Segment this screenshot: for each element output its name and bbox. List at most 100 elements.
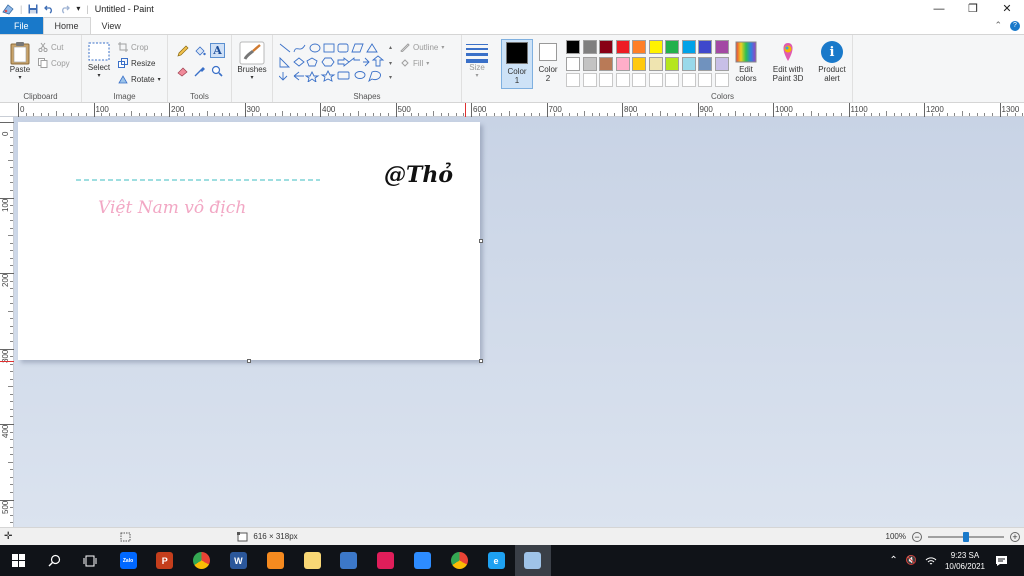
clock[interactable]: 9:23 SA 10/06/2021 bbox=[945, 550, 985, 572]
color1-swatch bbox=[506, 42, 528, 64]
taskbar-app-chrome[interactable] bbox=[184, 545, 220, 576]
start-button[interactable] bbox=[0, 545, 36, 576]
palette-swatch[interactable] bbox=[665, 40, 679, 54]
drawing-canvas[interactable]: @Thỏ Việt Nam vô địch bbox=[18, 122, 480, 360]
palette-swatch-empty[interactable] bbox=[632, 73, 646, 87]
palette-swatch[interactable] bbox=[714, 40, 729, 54]
search-button[interactable] bbox=[36, 545, 72, 576]
taskbar-app-file-explorer[interactable] bbox=[294, 545, 330, 576]
taskbar-app-chrome-2[interactable] bbox=[441, 545, 477, 576]
palette-swatch[interactable] bbox=[714, 56, 729, 71]
taskbar-app-zoom[interactable] bbox=[404, 545, 440, 576]
palette-swatch[interactable] bbox=[648, 56, 663, 71]
cut-button[interactable]: Cut bbox=[38, 42, 63, 52]
palette-swatch[interactable] bbox=[582, 56, 597, 71]
shapes-scroll-up-icon[interactable]: ▴ bbox=[389, 44, 392, 51]
palette-swatch-empty[interactable] bbox=[582, 73, 597, 87]
palette-swatch[interactable] bbox=[648, 40, 663, 54]
palette-swatch[interactable] bbox=[615, 56, 630, 71]
palette-swatch[interactable] bbox=[698, 56, 712, 71]
resize-button[interactable]: Resize bbox=[118, 58, 155, 68]
ruler-minor-tick bbox=[765, 113, 767, 116]
collapse-ribbon-icon[interactable]: ⌃ bbox=[994, 20, 1002, 31]
redo-icon[interactable] bbox=[60, 4, 71, 14]
taskbar-app-internet-explorer[interactable]: e bbox=[478, 545, 514, 576]
taskbar-app-zalo[interactable]: Zalo bbox=[110, 545, 146, 576]
palette-swatch[interactable] bbox=[615, 40, 630, 54]
resize-handle-bottom[interactable] bbox=[247, 359, 251, 363]
palette-swatch-empty[interactable] bbox=[566, 73, 580, 87]
zoom-out-button[interactable]: − bbox=[912, 531, 922, 542]
help-icon[interactable]: ? bbox=[1010, 20, 1020, 31]
palette-swatch-empty[interactable] bbox=[714, 73, 729, 87]
color1-button[interactable]: Color 1 bbox=[501, 39, 533, 89]
edit-colors-button[interactable]: Edit colors bbox=[731, 41, 761, 83]
undo-icon[interactable] bbox=[44, 4, 54, 14]
color-picker-icon[interactable] bbox=[194, 65, 206, 77]
tray-chevron-icon[interactable]: ⌃ bbox=[889, 555, 897, 566]
palette-swatch[interactable] bbox=[681, 56, 696, 71]
color2-button[interactable]: Color 2 bbox=[534, 40, 562, 83]
close-button[interactable]: ✕ bbox=[990, 0, 1024, 17]
taskbar-app-orange-app[interactable] bbox=[257, 545, 293, 576]
fill-bucket-icon[interactable] bbox=[194, 45, 206, 57]
copy-button[interactable]: Copy bbox=[38, 58, 70, 68]
cursor-position-icon: ✛ bbox=[4, 531, 13, 542]
edit-with-paint3d-button[interactable]: Edit with Paint 3D bbox=[768, 41, 808, 83]
palette-swatch-empty[interactable] bbox=[698, 73, 712, 87]
restore-button[interactable]: ❐ bbox=[956, 0, 990, 17]
save-icon[interactable] bbox=[28, 4, 38, 14]
resize-handle-right[interactable] bbox=[479, 239, 483, 243]
size-button[interactable]: Size ▾ bbox=[463, 41, 491, 81]
zoom-slider[interactable] bbox=[928, 531, 1004, 542]
tab-home[interactable]: Home bbox=[42, 17, 91, 34]
outline-button[interactable]: Outline ▾ bbox=[400, 42, 444, 52]
magnifier-icon[interactable] bbox=[211, 65, 223, 77]
resize-handle-corner[interactable] bbox=[479, 359, 483, 363]
task-view-button[interactable] bbox=[72, 545, 108, 576]
palette-swatch-empty[interactable] bbox=[648, 73, 663, 87]
palette-swatch[interactable] bbox=[681, 40, 696, 54]
pencil-icon[interactable] bbox=[177, 45, 189, 57]
taskbar-app-powerpoint[interactable]: P bbox=[147, 545, 183, 576]
crop-button[interactable]: Crop bbox=[118, 42, 148, 52]
palette-swatch[interactable] bbox=[566, 56, 580, 71]
palette-swatch[interactable] bbox=[698, 40, 712, 54]
select-button[interactable]: Select ▾ bbox=[85, 41, 113, 81]
customize-quick-access-icon[interactable]: ▾ bbox=[76, 4, 80, 13]
fill-button[interactable]: Fill ▾ bbox=[400, 58, 429, 68]
paste-button[interactable]: Paste ▾ bbox=[6, 41, 34, 83]
zoom-in-button[interactable]: + bbox=[1010, 531, 1020, 542]
rotate-button[interactable]: Rotate ▾ bbox=[118, 74, 161, 84]
taskbar-app-tools-app[interactable] bbox=[331, 545, 367, 576]
ruler-minor-tick bbox=[644, 113, 646, 116]
palette-swatch[interactable] bbox=[582, 40, 597, 54]
tab-view[interactable]: View bbox=[91, 17, 132, 34]
palette-swatch-empty[interactable] bbox=[615, 73, 630, 87]
palette-swatch-empty[interactable] bbox=[665, 73, 679, 87]
minimize-button[interactable]: — bbox=[922, 0, 956, 17]
volume-muted-icon[interactable]: 🔇 bbox=[906, 555, 917, 566]
palette-swatch-empty[interactable] bbox=[681, 73, 696, 87]
shapes-gallery[interactable] bbox=[279, 42, 391, 82]
palette-swatch[interactable] bbox=[599, 56, 613, 71]
palette-swatch[interactable] bbox=[566, 40, 580, 54]
eraser-icon[interactable] bbox=[177, 65, 189, 77]
shapes-scroll-down-icon[interactable]: ▾ bbox=[389, 60, 392, 67]
palette-swatch[interactable] bbox=[599, 40, 613, 54]
palette-swatch[interactable] bbox=[632, 40, 646, 54]
palette-swatch-empty[interactable] bbox=[599, 73, 613, 87]
text-tool-icon[interactable]: A bbox=[210, 43, 225, 58]
taskbar-app-word[interactable]: W bbox=[220, 545, 256, 576]
wifi-icon[interactable] bbox=[925, 556, 937, 566]
tab-file[interactable]: File bbox=[0, 17, 43, 34]
zoom-slider-thumb[interactable] bbox=[963, 531, 969, 542]
brushes-button[interactable]: Brushes ▾ bbox=[234, 41, 270, 83]
taskbar-app-slack[interactable] bbox=[368, 545, 404, 576]
notifications-icon[interactable] bbox=[995, 555, 1008, 567]
taskbar-app-paint[interactable] bbox=[514, 545, 551, 576]
product-alert-button[interactable]: i Product alert bbox=[814, 41, 850, 83]
shapes-more-icon[interactable]: ▾ bbox=[389, 74, 392, 81]
palette-swatch[interactable] bbox=[665, 56, 679, 71]
palette-swatch[interactable] bbox=[632, 56, 646, 71]
